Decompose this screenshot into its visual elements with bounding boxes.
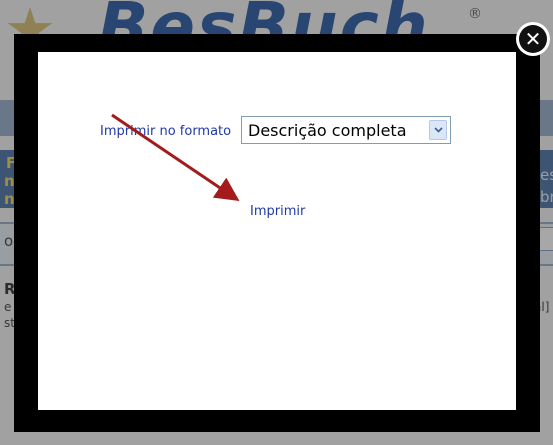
chevron-down-icon[interactable] bbox=[429, 120, 447, 140]
close-icon: ✕ bbox=[519, 25, 547, 53]
modal-content bbox=[38, 52, 516, 410]
format-label: Imprimir no formato bbox=[100, 124, 232, 139]
print-link[interactable]: Imprimir bbox=[250, 204, 305, 219]
close-button[interactable]: ✕ bbox=[516, 22, 550, 56]
format-select-value: Descrição completa bbox=[248, 121, 407, 140]
format-select[interactable]: Descrição completa bbox=[241, 116, 451, 144]
